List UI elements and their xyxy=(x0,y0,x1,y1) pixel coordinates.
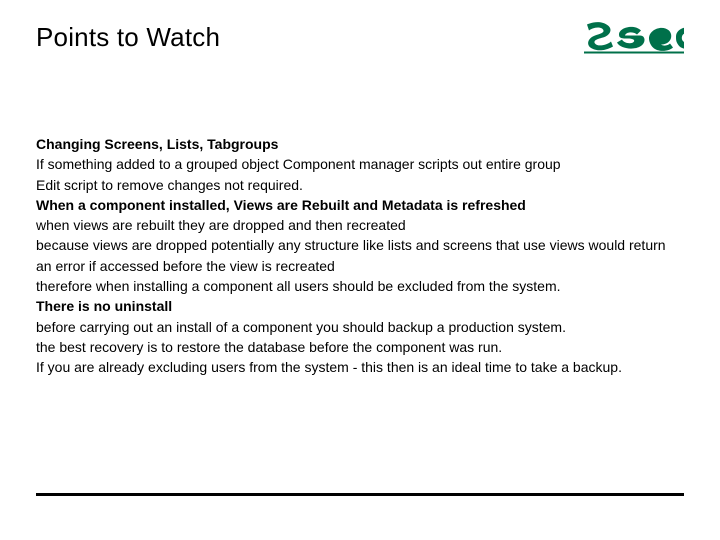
section-heading: There is no uninstall xyxy=(36,296,684,316)
body-content: Changing Screens, Lists, Tabgroups If so… xyxy=(36,134,684,378)
section-heading: When a component installed, Views are Re… xyxy=(36,195,684,215)
divider xyxy=(36,493,684,496)
body-line: before carrying out an install of a comp… xyxy=(36,317,684,337)
slide: Points to Watch Changing Screens, Lists,… xyxy=(0,0,720,540)
header: Points to Watch xyxy=(36,22,684,58)
body-line: because views are dropped potentially an… xyxy=(36,235,684,276)
body-line: when views are rebuilt they are dropped … xyxy=(36,215,684,235)
sage-logo xyxy=(584,18,684,58)
body-line: If something added to a grouped object C… xyxy=(36,154,684,174)
body-line: If you are already excluding users from … xyxy=(36,357,684,377)
body-line: the best recovery is to restore the data… xyxy=(36,337,684,357)
body-line: therefore when installing a component al… xyxy=(36,276,684,296)
sage-logo-icon xyxy=(584,18,684,58)
section-heading: Changing Screens, Lists, Tabgroups xyxy=(36,134,684,154)
page-title: Points to Watch xyxy=(36,22,220,53)
body-line: Edit script to remove changes not requir… xyxy=(36,175,684,195)
